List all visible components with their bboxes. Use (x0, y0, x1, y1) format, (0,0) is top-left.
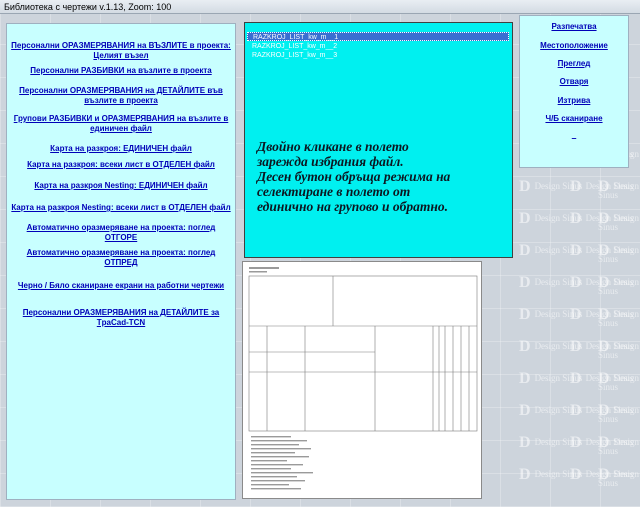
menu-item-tpacad-details[interactable]: Персонални ОРАЗМЕРЯВАНИЯ на ДЕТАЙЛИТЕ за… (7, 308, 235, 328)
menu-item-nesting-separate[interactable]: Карта на разкроя Nesting: всеки лист в О… (7, 203, 235, 213)
menu-item-line1: Персонални ОРАЗМЕРЯВАНИЯ на ДЕТАЙЛИТЕ въ… (19, 86, 223, 95)
watermark-tile: DDesign Sinus (598, 402, 640, 425)
menu-item-line1: Карта на разкроя Nesting: всеки лист в О… (11, 203, 231, 212)
menu-item-nesting-single[interactable]: Карта на разкроя Nesting: ЕДИНИЧЕН файл (7, 181, 235, 191)
menu-item-line2: ОТГОРЕ (104, 233, 138, 242)
menu-separator: – (571, 133, 577, 143)
menu-item-auto-dimension-front[interactable]: Автоматично оразмеряване на проекта: пог… (7, 248, 235, 268)
drawing-preview[interactable] (242, 261, 482, 499)
menu-item-line1: Автоматично оразмеряване на проекта: пог… (26, 223, 216, 232)
menu-item-line1: Карта на разкроя Nesting: ЕДИНИЧЕН файл (34, 181, 208, 190)
watermark-tile: DDesign Sinus (598, 306, 640, 329)
menu-item-cutting-map-separate[interactable]: Карта на разкроя: всеки лист в ОТДЕЛЕН ф… (7, 160, 235, 170)
menu-item-line2: TpaCad-TCN (96, 318, 146, 327)
hint-line: Десен бутон обръща режима на (257, 169, 451, 184)
menu-item-line2: единичен файл (90, 124, 152, 133)
menu-item-line2: Целият възел (93, 51, 149, 60)
menu-item-auto-dimension-top[interactable]: Автоматично оразмеряване на проекта: пог… (7, 223, 235, 243)
menu-item-personal-node-dimensions[interactable]: Персонални ОРАЗМЕРЯВАНИЯ на ВЪЗЛИТЕ в пр… (7, 41, 235, 61)
right-menu-panel: Разпечатва Местоположение Преглед Отваря… (519, 15, 629, 168)
location-button[interactable]: Местоположение (520, 41, 628, 51)
watermark-tile: DDesign Sinus (598, 434, 640, 457)
watermark-tile: DDesign Sinus (598, 338, 640, 361)
menu-item-group-breakdowns[interactable]: Групови РАЗБИВКИ и ОРАЗМЕРЯВАНИЯ на възл… (7, 114, 235, 134)
hint-line: селектиране в полето от (257, 184, 411, 199)
menu-item-line2: ОТПРЕД (104, 258, 138, 267)
window-title: Библиотека с чертежи v.1.13, Zoom: 100 (0, 0, 640, 14)
menu-item-line1: Персонални ОРАЗМЕРЯВАНИЯ на ДЕТАЙЛИТЕ за (22, 308, 220, 317)
menu-item-bw-scanning[interactable]: Черно / Бяло сканиране екрани на работни… (7, 281, 235, 291)
hint-line: единично на групово и обратно. (257, 199, 448, 214)
watermark-tile: DDesign Sinus (598, 370, 640, 393)
menu-item-personal-detail-dimensions[interactable]: Персонални ОРАЗМЕРЯВАНИЯ на ДЕТАЙЛИТЕ въ… (7, 86, 235, 106)
menu-item-personal-breakdowns[interactable]: Персонални РАЗБИВКИ на възлите в проекта (7, 66, 235, 76)
left-menu-panel: Персонални ОРАЗМЕРЯВАНИЯ на ВЪЗЛИТЕ в пр… (6, 23, 236, 500)
menu-item-line1: Черно / Бяло сканиране екрани на работни… (17, 281, 225, 290)
file-list-item[interactable]: RAZKROJ_LIST_kw_m__3 (247, 51, 509, 60)
hint-line: Двойно кликане в полето (257, 139, 409, 154)
open-button[interactable]: Отваря (520, 77, 628, 87)
delete-button[interactable]: Изтрива (520, 96, 628, 106)
menu-item-line1: Автоматично оразмеряване на проекта: пог… (26, 248, 216, 257)
menu-item-line1: Групови РАЗБИВКИ и ОРАЗМЕРЯВАНИЯ на възл… (13, 114, 229, 123)
file-list-item[interactable]: RAZKROJ_LIST_kw_m__2 (247, 42, 509, 51)
bw-scan-button[interactable]: Ч/Б сканиране (520, 114, 628, 124)
file-list[interactable]: RAZKROJ_LIST_kw_m__1 RAZKROJ_LIST_kw_m__… (244, 22, 513, 258)
file-list-item[interactable]: RAZKROJ_LIST_kw_m__1 (247, 32, 509, 41)
menu-item-cutting-map-single[interactable]: Карта на разкроя: ЕДИНИЧЕН файл (7, 144, 235, 154)
menu-item-line1: Персонални ОРАЗМЕРЯВАНИЯ на ВЪЗЛИТЕ в пр… (11, 41, 231, 50)
watermark-tile: DDesign Sinus (598, 210, 640, 233)
menu-item-line1: Карта на разкроя: всеки лист в ОТДЕЛЕН ф… (27, 160, 215, 169)
menu-item-line1: Карта на разкроя: ЕДИНИЧЕН файл (50, 144, 192, 153)
print-button[interactable]: Разпечатва (520, 22, 628, 32)
watermark-tile: DDesign Sinus (598, 242, 640, 265)
watermark-tile: DDesign Sinus (598, 178, 640, 201)
menu-item-line2: възлите в проекта (84, 96, 158, 105)
cutting-map-thumbnail (248, 267, 478, 490)
preview-button[interactable]: Преглед (520, 59, 628, 69)
hint-line: зарежда избрания файл. (257, 154, 404, 169)
watermark-tile: DDesign Sinus (598, 466, 640, 489)
file-list-hint: Двойно кликане в полето зарежда избрания… (257, 139, 507, 214)
watermark-tile: DDesign Sinus (598, 274, 640, 297)
menu-item-line1: Персонални РАЗБИВКИ на възлите в проекта (30, 66, 212, 75)
